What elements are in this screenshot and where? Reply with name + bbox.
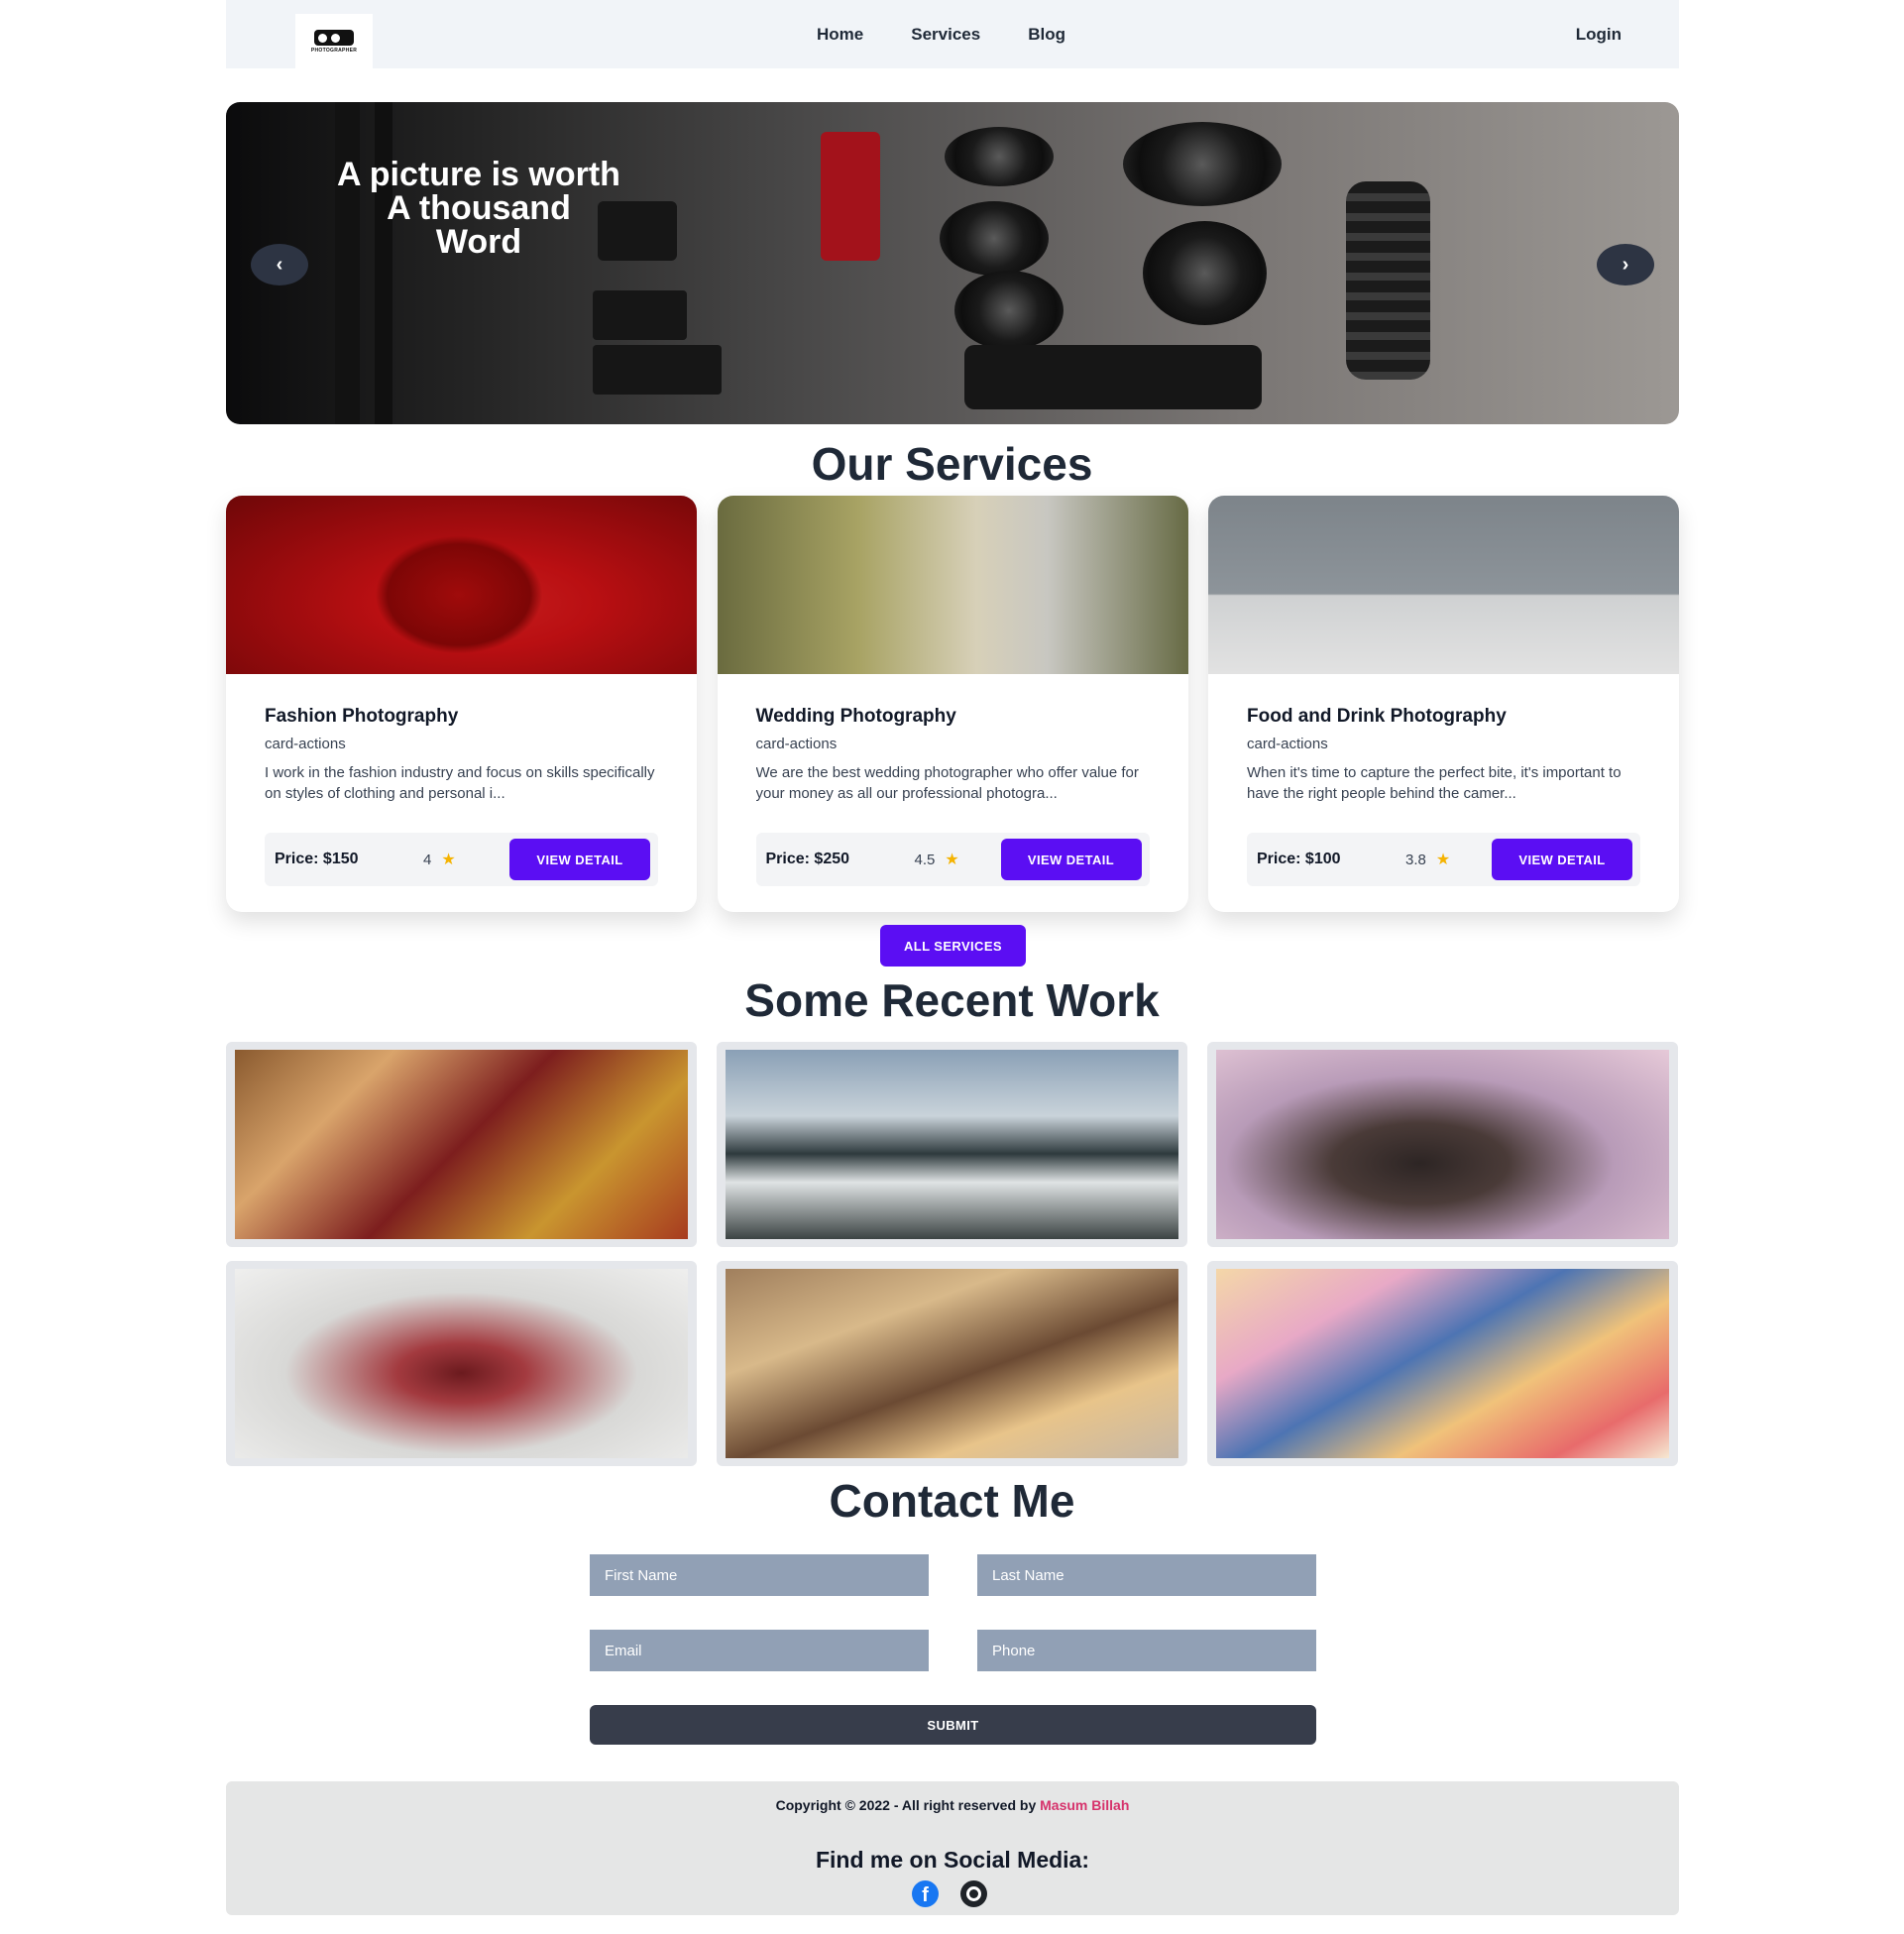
nav-link-home[interactable]: Home [817,19,863,51]
view-detail-button[interactable]: VIEW DETAIL [1000,839,1142,880]
recent-work-heading: Some Recent Work [744,974,1160,1026]
lens-image [940,201,1049,276]
nav-menu: Home Services Blog [817,0,1065,68]
services-cards: Fashion Photography card-actions I work … [226,496,1679,912]
hero-carousel: A picture is worth A thousand Word ‹ › [226,102,1679,424]
lens-image [954,271,1064,350]
card-description: I work in the fashion industry and focus… [265,764,655,802]
card-subtitle: card-actions [755,736,838,752]
facebook-icon[interactable]: f [912,1880,939,1907]
view-detail-button[interactable]: VIEW DETAIL [509,839,650,880]
card-actions: Price: $150 4 ★ VIEW DETAIL [265,833,658,886]
logo-text: PHOTOGRAPHER [310,47,358,54]
card-body: Fashion Photography card-actions I work … [226,674,697,912]
card-title: Fashion Photography [265,706,459,727]
card-subtitle: card-actions [265,736,346,752]
price: Price: $100 [1257,851,1341,867]
rating: 3.8 ★ [1405,850,1450,869]
star-icon: ★ [1435,852,1451,868]
nav-link-blog[interactable]: Blog [1028,19,1065,51]
card-subtitle: card-actions [1247,736,1328,752]
charger-image [593,345,722,395]
card-title: Food and Drink Photography [1247,706,1507,727]
wedding-couple-photo [726,1050,1178,1239]
all-services-button[interactable]: ALL SERVICES [880,925,1026,967]
camera-body-image [964,345,1262,409]
rating: 4.5 ★ [915,850,959,869]
copyright: Copyright © 2022 - All right reserved by… [226,1797,1679,1813]
gallery-item[interactable] [717,1261,1187,1466]
view-detail-button[interactable]: VIEW DETAIL [1492,839,1632,880]
card-actions: Price: $100 3.8 ★ VIEW DETAIL [1247,833,1640,886]
hero-title-line: Word [435,223,522,261]
gallery-item[interactable] [226,1042,697,1247]
service-card: Wedding Photography card-actions We are … [717,496,1188,912]
carousel-next-button[interactable]: › [1597,244,1654,285]
fashion-editorial-photo [1216,1050,1669,1239]
lens-image [1123,122,1282,206]
logo[interactable]: PHOTOGRAPHER [295,14,373,68]
submit-button[interactable]: SUBMIT [590,1705,1316,1745]
fashion-photo [226,496,697,674]
rating-value: 4.5 [914,851,936,868]
services-heading: Our Services [811,438,1093,490]
gorillapod-image [1346,181,1430,380]
card-body: Wedding Photography card-actions We are … [718,674,1188,912]
author-link[interactable]: Masum Billah [1040,1797,1129,1813]
gallery-item[interactable] [226,1261,697,1466]
hero-title-line: A thousand [387,189,571,227]
login-link[interactable]: Login [1576,0,1622,68]
last-name-field[interactable] [977,1554,1316,1596]
email-field[interactable] [590,1630,929,1671]
kids-party-photo [1216,1269,1669,1458]
star-icon: ★ [945,852,959,868]
lens-image [1143,221,1267,325]
footer: Copyright © 2022 - All right reserved by… [226,1781,1679,1915]
tripod-image-detail [335,102,360,424]
card-description: When it's time to capture the perfect bi… [1247,764,1622,802]
battery-image [593,290,687,340]
rating-value: 4 [423,851,432,868]
tripod-image-detail [375,102,392,424]
hero-title: A picture is worth A thousand Word [285,158,672,259]
copyright-text: Copyright © 2022 - All right reserved by [775,1797,1041,1813]
card-description: We are the best wedding photographer who… [755,764,1139,802]
camera-icon [314,29,354,46]
social-title: Find me on Social Media: [815,1847,1090,1873]
carousel-prev-button[interactable]: ‹ [251,244,308,285]
card-actions: Price: $250 4.5 ★ VIEW DETAIL [755,833,1150,886]
navbar: PHOTOGRAPHER Home Services Blog Login [226,0,1679,68]
rating-value: 3.8 [1405,851,1426,868]
camera-strap-image [821,132,880,261]
gallery-item[interactable] [1207,1042,1678,1247]
price: Price: $250 [765,851,850,867]
hero-title-line: A picture is worth [337,156,620,193]
github-icon[interactable] [960,1880,987,1907]
bridal-collage-photo [235,1050,688,1239]
social-icons: f [912,1880,987,1907]
food-photo [1208,496,1679,674]
lens-image [945,127,1054,186]
gallery-item[interactable] [1207,1261,1678,1466]
price: Price: $150 [275,851,359,867]
dancer-photo [235,1269,688,1458]
card-body: Food and Drink Photography card-actions … [1208,674,1679,912]
star-icon: ★ [441,852,456,868]
nav-link-services[interactable]: Services [911,19,980,51]
card-title: Wedding Photography [755,706,956,727]
service-card: Fashion Photography card-actions I work … [226,496,697,912]
first-name-field[interactable] [590,1554,929,1596]
recent-work-gallery [226,1042,1679,1466]
family-birthday-photo [726,1269,1178,1458]
contact-heading: Contact Me [829,1475,1075,1527]
wedding-photo [717,496,1188,674]
service-card: Food and Drink Photography card-actions … [1208,496,1679,912]
gallery-item[interactable] [717,1042,1187,1247]
rating: 4 ★ [423,850,456,869]
phone-field[interactable] [977,1630,1316,1671]
